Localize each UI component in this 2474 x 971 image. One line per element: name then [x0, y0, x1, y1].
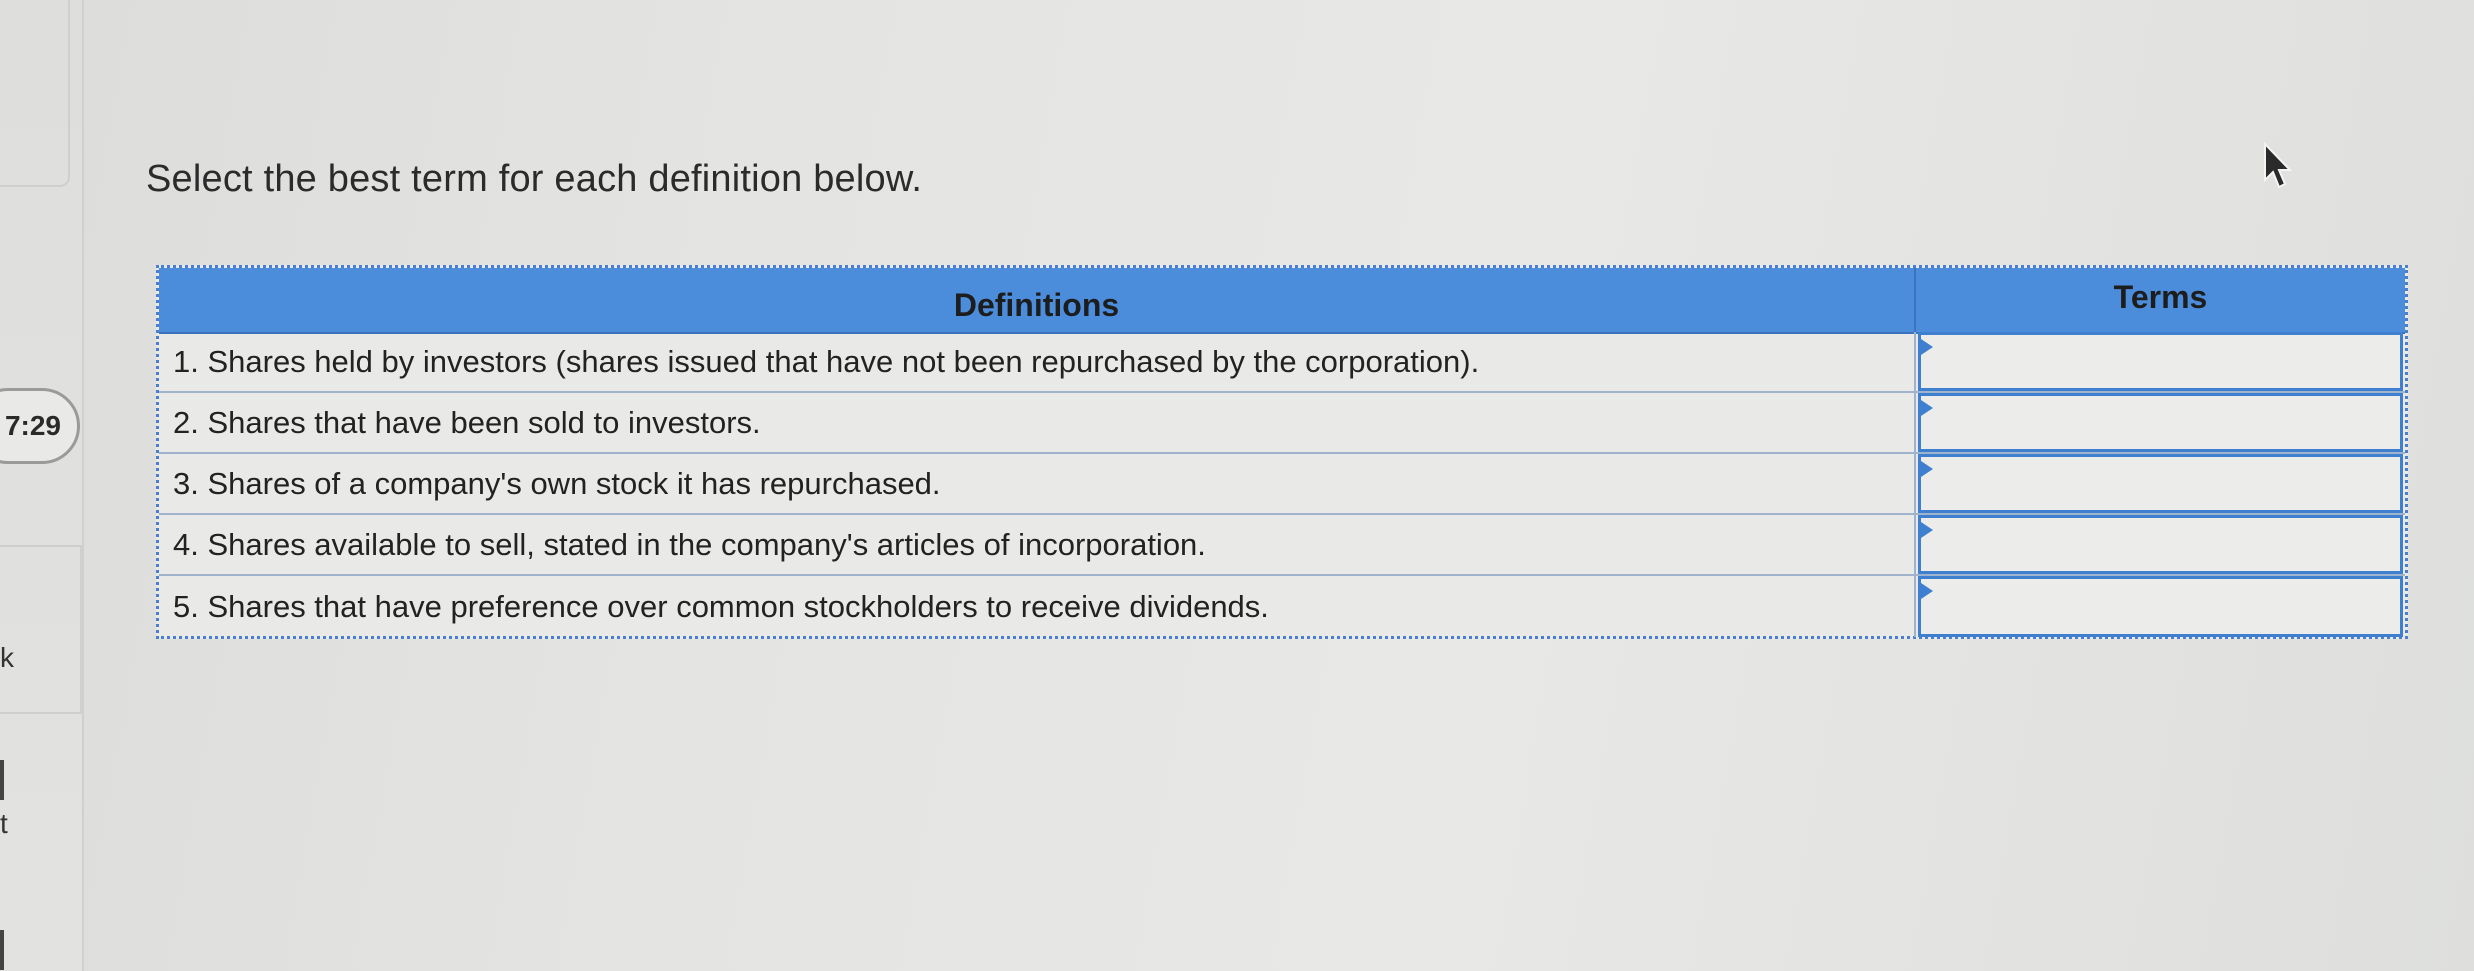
timer-text: 7:29: [4, 410, 61, 441]
left-side-card: [0, 545, 82, 714]
term-drop-zone[interactable]: [1918, 454, 2403, 513]
sidebar-bar: [0, 760, 4, 800]
matching-table: Definitions Terms 1. Shares held by inve…: [156, 265, 2408, 639]
timer-badge[interactable]: 7:29: [0, 388, 80, 464]
table-row: 3. Shares of a company's own stock it ha…: [159, 454, 2405, 515]
definition-cell: 5. Shares that have preference over comm…: [159, 576, 1916, 637]
definition-cell: 2. Shares that have been sold to investo…: [159, 393, 1916, 452]
sidebar-bar: [0, 930, 4, 970]
definition-cell: 4. Shares available to sell, stated in t…: [159, 515, 1916, 574]
table-header: Definitions Terms: [159, 268, 2405, 334]
drop-marker-icon: [1921, 339, 1933, 355]
term-drop-zone[interactable]: [1918, 332, 2403, 391]
table-row: 2. Shares that have been sold to investo…: [159, 393, 2405, 454]
question-instruction: Select the best term for each definition…: [146, 158, 923, 200]
term-drop-zone[interactable]: [1918, 576, 2403, 637]
left-sidebar: k t: [0, 0, 84, 971]
term-drop-zone[interactable]: [1918, 515, 2403, 574]
sidebar-fragment-t: t: [0, 808, 8, 839]
left-top-card: [0, 0, 70, 187]
drop-marker-icon: [1921, 400, 1933, 416]
terms-header: Terms: [2113, 278, 2208, 315]
drop-marker-icon: [1921, 522, 1933, 538]
definition-cell: 1. Shares held by investors (shares issu…: [159, 332, 1916, 391]
drop-marker-icon: [1921, 461, 1933, 477]
mouse-pointer-icon: [2264, 142, 2292, 189]
table-row: 1. Shares held by investors (shares issu…: [159, 332, 2405, 393]
definition-cell: 3. Shares of a company's own stock it ha…: [159, 454, 1916, 513]
sidebar-fragment-k: k: [0, 642, 14, 673]
table-row: 4. Shares available to sell, stated in t…: [159, 515, 2405, 576]
drop-marker-icon: [1921, 583, 1933, 599]
table-row: 5. Shares that have preference over comm…: [159, 576, 2405, 637]
term-drop-zone[interactable]: [1918, 393, 2403, 452]
definitions-header: Definitions: [159, 268, 1916, 332]
